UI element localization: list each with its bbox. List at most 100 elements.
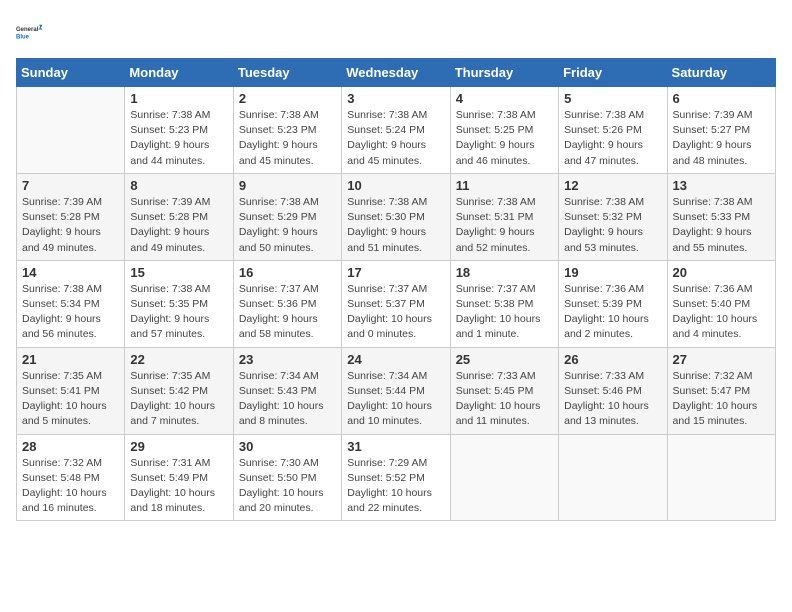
week-row-1: 7 Sunrise: 7:39 AMSunset: 5:28 PMDaylight… [17,173,776,260]
calendar-cell: 25 Sunrise: 7:33 AMSunset: 5:45 PMDayligh… [450,347,558,434]
week-row-3: 21 Sunrise: 7:35 AMSunset: 5:41 PMDayligh… [17,347,776,434]
calendar-cell: 2Sunrise: 7:38 AMSunset: 5:23 PMDaylight… [233,87,341,174]
calendar-cell [667,434,775,521]
day-number: 22 [130,352,227,367]
day-number: 5 [564,91,661,106]
calendar-cell: 8 Sunrise: 7:39 AMSunset: 5:28 PMDaylight… [125,173,233,260]
day-info: Sunrise: 7:38 AMSunset: 5:25 PMDaylight:… [456,108,553,169]
calendar-cell: 11 Sunrise: 7:38 AMSunset: 5:31 PMDayligh… [450,173,558,260]
day-number: 21 [22,352,119,367]
calendar-cell: 30Sunrise: 7:30 AMSunset: 5:50 PMDayligh… [233,434,341,521]
day-number: 6 [673,91,770,106]
day-number: 14 [22,265,119,280]
day-number: 27 [673,352,770,367]
day-number: 19 [564,265,661,280]
calendar-cell: 1 Sunrise: 7:38 AMSunset: 5:23 PMDaylight… [125,87,233,174]
day-number: 17 [347,265,444,280]
day-number: 23 [239,352,336,367]
svg-text:Blue: Blue [16,34,30,40]
day-info: Sunrise: 7:29 AMSunset: 5:52 PMDaylight:… [347,456,444,517]
day-number: 1 [130,91,227,106]
day-info: Sunrise: 7:35 AMSunset: 5:41 PMDaylight:… [22,369,119,430]
day-number: 7 [22,178,119,193]
calendar-cell [17,87,125,174]
day-info: Sunrise: 7:38 AMSunset: 5:23 PMDaylight:… [130,108,227,169]
calendar-cell: 19 Sunrise: 7:36 AMSunset: 5:39 PMDayligh… [559,260,667,347]
day-number: 20 [673,265,770,280]
week-row-2: 14 Sunrise: 7:38 AMSunset: 5:34 PMDayligh… [17,260,776,347]
day-number: 13 [673,178,770,193]
calendar-cell [450,434,558,521]
calendar-cell [559,434,667,521]
header-sunday: Sunday [17,59,125,87]
day-info: Sunrise: 7:38 AMSunset: 5:34 PMDaylight:… [22,282,119,343]
calendar-cell: 18 Sunrise: 7:37 AMSunset: 5:38 PMDayligh… [450,260,558,347]
page-header: GeneralBlue [16,16,776,48]
day-info: Sunrise: 7:38 AMSunset: 5:35 PMDaylight:… [130,282,227,343]
day-number: 4 [456,91,553,106]
calendar-cell: 28Sunrise: 7:32 AMSunset: 5:48 PMDayligh… [17,434,125,521]
day-info: Sunrise: 7:38 AMSunset: 5:32 PMDaylight:… [564,195,661,256]
day-number: 3 [347,91,444,106]
header-monday: Monday [125,59,233,87]
day-info: Sunrise: 7:30 AMSunset: 5:50 PMDaylight:… [239,456,336,517]
calendar-cell: 27 Sunrise: 7:32 AMSunset: 5:47 PMDayligh… [667,347,775,434]
calendar-table: SundayMondayTuesdayWednesdayThursdayFrid… [16,58,776,521]
day-info: Sunrise: 7:33 AMSunset: 5:46 PMDaylight:… [564,369,661,430]
calendar-cell: 16 Sunrise: 7:37 AMSunset: 5:36 PMDayligh… [233,260,341,347]
calendar-cell: 10Sunrise: 7:38 AMSunset: 5:30 PMDayligh… [342,173,450,260]
calendar-cell: 23Sunrise: 7:34 AMSunset: 5:43 PMDayligh… [233,347,341,434]
day-number: 25 [456,352,553,367]
day-number: 31 [347,439,444,454]
day-info: Sunrise: 7:35 AMSunset: 5:42 PMDaylight:… [130,369,227,430]
header-row: SundayMondayTuesdayWednesdayThursdayFrid… [17,59,776,87]
day-info: Sunrise: 7:38 AMSunset: 5:24 PMDaylight:… [347,108,444,169]
header-friday: Friday [559,59,667,87]
header-thursday: Thursday [450,59,558,87]
calendar-cell: 12Sunrise: 7:38 AMSunset: 5:32 PMDayligh… [559,173,667,260]
week-row-0: 1 Sunrise: 7:38 AMSunset: 5:23 PMDaylight… [17,87,776,174]
calendar-cell: 3 Sunrise: 7:38 AMSunset: 5:24 PMDaylight… [342,87,450,174]
calendar-cell: 29Sunrise: 7:31 AMSunset: 5:49 PMDayligh… [125,434,233,521]
day-number: 8 [130,178,227,193]
day-info: Sunrise: 7:33 AMSunset: 5:45 PMDaylight:… [456,369,553,430]
header-wednesday: Wednesday [342,59,450,87]
day-info: Sunrise: 7:32 AMSunset: 5:48 PMDaylight:… [22,456,119,517]
day-info: Sunrise: 7:36 AMSunset: 5:40 PMDaylight:… [673,282,770,343]
day-info: Sunrise: 7:38 AMSunset: 5:29 PMDaylight:… [239,195,336,256]
day-info: Sunrise: 7:36 AMSunset: 5:39 PMDaylight:… [564,282,661,343]
day-number: 2 [239,91,336,106]
calendar-cell: 14 Sunrise: 7:38 AMSunset: 5:34 PMDayligh… [17,260,125,347]
header-saturday: Saturday [667,59,775,87]
calendar-cell: 6Sunrise: 7:39 AMSunset: 5:27 PMDaylight… [667,87,775,174]
day-number: 11 [456,178,553,193]
day-info: Sunrise: 7:34 AMSunset: 5:44 PMDaylight:… [347,369,444,430]
day-number: 15 [130,265,227,280]
day-info: Sunrise: 7:38 AMSunset: 5:26 PMDaylight:… [564,108,661,169]
header-tuesday: Tuesday [233,59,341,87]
calendar-cell: 21 Sunrise: 7:35 AMSunset: 5:41 PMDayligh… [17,347,125,434]
day-info: Sunrise: 7:32 AMSunset: 5:47 PMDaylight:… [673,369,770,430]
calendar-cell: 9Sunrise: 7:38 AMSunset: 5:29 PMDaylight… [233,173,341,260]
day-info: Sunrise: 7:38 AMSunset: 5:33 PMDaylight:… [673,195,770,256]
calendar-cell: 20 Sunrise: 7:36 AMSunset: 5:40 PMDayligh… [667,260,775,347]
calendar-cell: 31 Sunrise: 7:29 AMSunset: 5:52 PMDayligh… [342,434,450,521]
day-info: Sunrise: 7:37 AMSunset: 5:38 PMDaylight:… [456,282,553,343]
day-info: Sunrise: 7:39 AMSunset: 5:28 PMDaylight:… [130,195,227,256]
calendar-cell: 4 Sunrise: 7:38 AMSunset: 5:25 PMDaylight… [450,87,558,174]
day-number: 24 [347,352,444,367]
day-number: 16 [239,265,336,280]
calendar-cell: 22 Sunrise: 7:35 AMSunset: 5:42 PMDayligh… [125,347,233,434]
day-info: Sunrise: 7:37 AMSunset: 5:36 PMDaylight:… [239,282,336,343]
svg-text:General: General [16,27,39,33]
calendar-cell: 7Sunrise: 7:39 AMSunset: 5:28 PMDaylight… [17,173,125,260]
calendar-cell: 26Sunrise: 7:33 AMSunset: 5:46 PMDayligh… [559,347,667,434]
calendar-cell: 15 Sunrise: 7:38 AMSunset: 5:35 PMDayligh… [125,260,233,347]
calendar-cell: 17Sunrise: 7:37 AMSunset: 5:37 PMDayligh… [342,260,450,347]
logo-icon: GeneralBlue [16,16,48,48]
day-number: 18 [456,265,553,280]
day-info: Sunrise: 7:38 AMSunset: 5:31 PMDaylight:… [456,195,553,256]
week-row-4: 28Sunrise: 7:32 AMSunset: 5:48 PMDayligh… [17,434,776,521]
day-info: Sunrise: 7:31 AMSunset: 5:49 PMDaylight:… [130,456,227,517]
calendar-cell: 5 Sunrise: 7:38 AMSunset: 5:26 PMDaylight… [559,87,667,174]
